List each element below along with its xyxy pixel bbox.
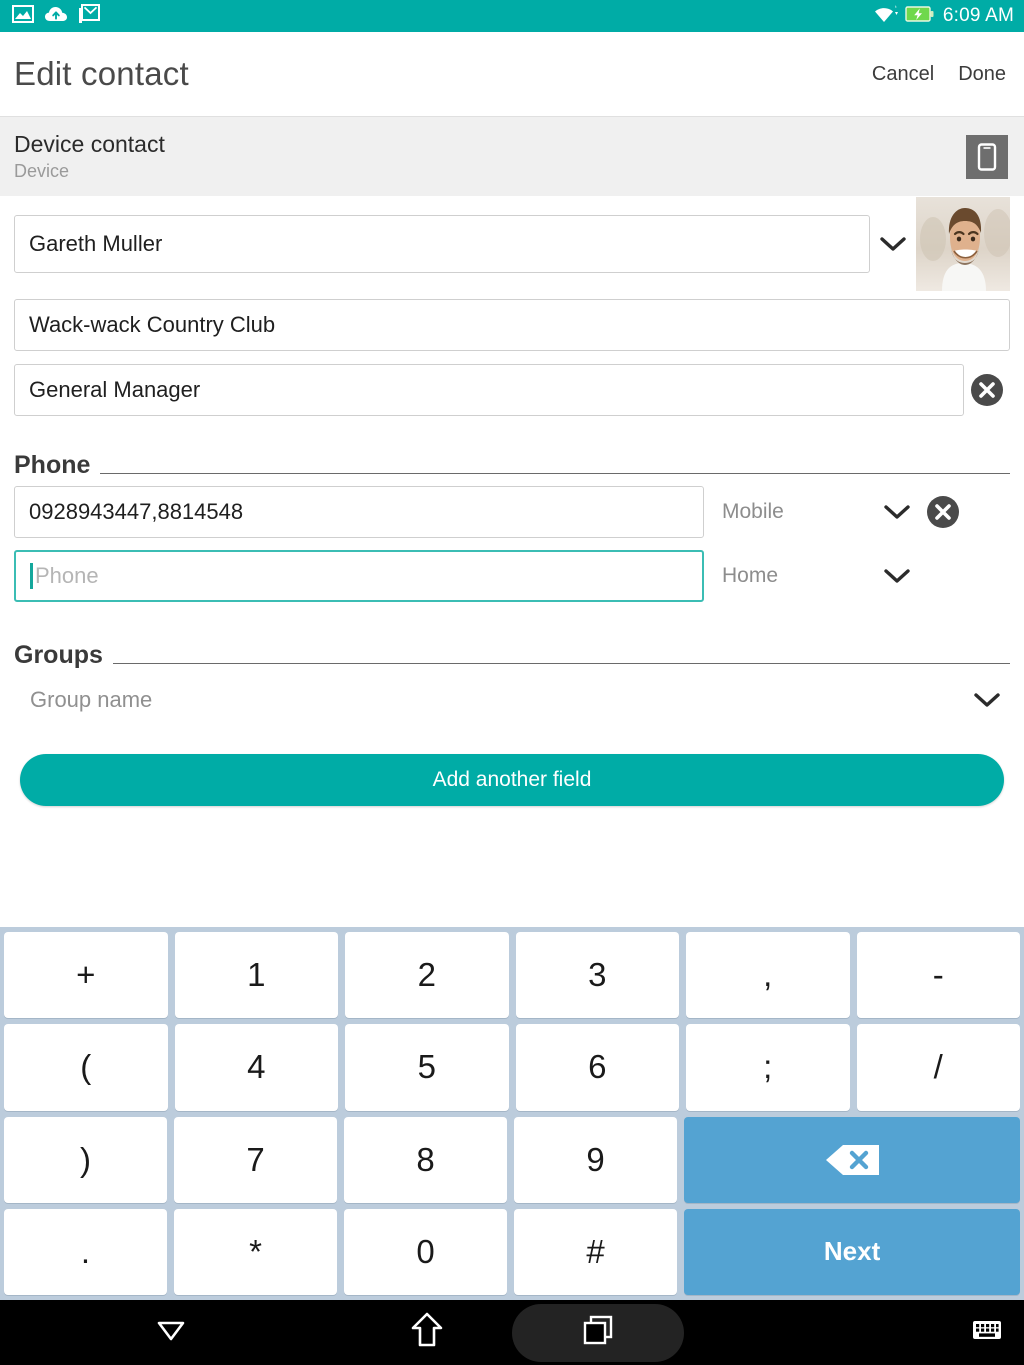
phone-input-2-placeholder: Phone bbox=[35, 563, 99, 588]
job-title-clear-circle-icon[interactable] bbox=[964, 371, 1010, 409]
key-semicolon[interactable]: ; bbox=[686, 1024, 850, 1111]
company-row: Wack-wack Country Club bbox=[0, 292, 1024, 358]
key-comma[interactable]: , bbox=[686, 932, 850, 1019]
key-slash[interactable]: / bbox=[856, 1024, 1020, 1111]
backspace-icon[interactable] bbox=[684, 1116, 1020, 1203]
contact-form: Gareth Muller Wack-wack Country Club Gen… bbox=[0, 196, 1024, 806]
account-selector[interactable]: Device contact Device bbox=[0, 116, 1024, 196]
system-navigation-bar bbox=[0, 1300, 1024, 1365]
key-7[interactable]: 7 bbox=[174, 1116, 338, 1203]
numeric-keyboard: + 1 2 3 , - ( 4 5 6 ; / ) 7 8 9 . * 0 # … bbox=[0, 927, 1024, 1300]
page-title: Edit contact bbox=[14, 55, 189, 92]
keyboard-row-3: ) 7 8 9 bbox=[4, 1116, 1020, 1203]
keyboard-row-1: + 1 2 3 , - bbox=[4, 932, 1020, 1019]
phone-clear-circle-icon-1[interactable] bbox=[920, 493, 966, 531]
keyboard-switch-icon bbox=[972, 1319, 1002, 1346]
company-input[interactable]: Wack-wack Country Club bbox=[14, 299, 1010, 351]
job-title-input[interactable]: General Manager bbox=[14, 364, 964, 416]
nav-recents-highlight bbox=[512, 1303, 684, 1362]
app-title-bar: Edit contact Cancel Done bbox=[0, 32, 1024, 116]
status-bar-notification-icons bbox=[12, 3, 100, 29]
key-right-paren[interactable]: ) bbox=[4, 1116, 168, 1203]
key-1[interactable]: 1 bbox=[174, 932, 338, 1019]
key-plus[interactable]: + bbox=[4, 932, 168, 1019]
nav-back-button[interactable] bbox=[0, 1300, 342, 1365]
key-period[interactable]: . bbox=[4, 1208, 168, 1295]
groups-section-divider bbox=[112, 663, 1010, 664]
phone-input-1-value: 0928943447,8814548 bbox=[29, 499, 244, 524]
job-title-row: General Manager bbox=[0, 358, 1024, 422]
done-button[interactable]: Done bbox=[958, 63, 1006, 86]
account-title: Device contact bbox=[14, 131, 165, 157]
key-4[interactable]: 4 bbox=[174, 1024, 338, 1111]
key-left-paren[interactable]: ( bbox=[4, 1024, 168, 1111]
account-subtitle: Device bbox=[14, 161, 70, 181]
phone-section-header: Phone bbox=[0, 422, 1024, 480]
key-hyphen[interactable]: - bbox=[856, 932, 1020, 1019]
phone-type-label-2[interactable]: Home bbox=[704, 564, 874, 588]
edit-contact-screen: 6:09 AM Edit contact Cancel Done Device … bbox=[0, 0, 1024, 1365]
phone-row-1: 0928943447,8814548 Mobile bbox=[0, 480, 1024, 544]
phone-type-label-1[interactable]: Mobile bbox=[704, 500, 874, 524]
phone-section-divider bbox=[100, 473, 1010, 474]
group-name-placeholder: Group name bbox=[30, 687, 153, 712]
title-bar-actions: Cancel Done bbox=[872, 63, 1006, 86]
phone-input-2[interactable]: Phone bbox=[14, 550, 704, 602]
key-8[interactable]: 8 bbox=[344, 1116, 508, 1203]
key-0[interactable]: 0 bbox=[344, 1208, 508, 1295]
image-icon bbox=[12, 4, 34, 28]
key-6[interactable]: 6 bbox=[515, 1024, 679, 1111]
avatar[interactable] bbox=[916, 197, 1010, 291]
phone-input-1[interactable]: 0928943447,8814548 bbox=[14, 486, 704, 538]
battery-charging-icon bbox=[905, 5, 935, 28]
wifi-icon bbox=[873, 4, 899, 29]
keyboard-row-2: ( 4 5 6 ; / bbox=[4, 1024, 1020, 1111]
add-another-field-button[interactable]: Add another field bbox=[20, 754, 1004, 806]
groups-section-header: Groups bbox=[0, 608, 1024, 670]
add-field-wrapper: Add another field bbox=[0, 730, 1024, 806]
status-bar-clock: 6:09 AM bbox=[942, 5, 1014, 26]
group-row[interactable]: Group name bbox=[0, 670, 1024, 730]
name-row: Gareth Muller bbox=[0, 196, 1024, 292]
phone-type-chevron-down-icon-2[interactable] bbox=[874, 567, 920, 585]
text-cursor bbox=[30, 563, 33, 589]
account-text-block: Device contact Device bbox=[14, 131, 165, 182]
cloud-upload-icon bbox=[44, 5, 68, 28]
key-asterisk[interactable]: * bbox=[174, 1208, 338, 1295]
group-chevron-down-icon[interactable] bbox=[964, 691, 1010, 709]
phone-type-chevron-down-icon-1[interactable] bbox=[874, 503, 920, 521]
job-title-input-value: General Manager bbox=[29, 377, 201, 402]
recent-apps-icon bbox=[580, 1312, 616, 1353]
status-bar: 6:09 AM bbox=[0, 0, 1024, 32]
phone-row-2: Phone Home bbox=[0, 544, 1024, 608]
nav-home-button[interactable] bbox=[342, 1300, 512, 1365]
keyboard-dismiss-down-icon bbox=[154, 1317, 188, 1348]
phone-section-label: Phone bbox=[14, 451, 91, 479]
name-input[interactable]: Gareth Muller bbox=[14, 215, 870, 273]
key-hash[interactable]: # bbox=[514, 1208, 678, 1295]
cancel-button[interactable]: Cancel bbox=[872, 63, 934, 86]
key-3[interactable]: 3 bbox=[515, 932, 679, 1019]
key-9[interactable]: 9 bbox=[514, 1116, 678, 1203]
name-input-value: Gareth Muller bbox=[29, 231, 163, 256]
company-input-value: Wack-wack Country Club bbox=[29, 312, 276, 337]
key-2[interactable]: 2 bbox=[345, 932, 509, 1019]
nav-recents-button[interactable] bbox=[512, 1300, 684, 1365]
device-phone-icon bbox=[966, 134, 1008, 179]
home-icon bbox=[410, 1311, 444, 1354]
gmail-icon bbox=[78, 3, 100, 29]
nav-keyboard-switch-button[interactable] bbox=[684, 1300, 1024, 1365]
name-expand-chevron-down-icon[interactable] bbox=[870, 235, 916, 253]
key-5[interactable]: 5 bbox=[345, 1024, 509, 1111]
keyboard-row-4: . * 0 # Next bbox=[4, 1208, 1020, 1295]
groups-section-label: Groups bbox=[14, 641, 103, 669]
status-bar-system-icons: 6:09 AM bbox=[873, 4, 1014, 29]
key-next[interactable]: Next bbox=[684, 1208, 1020, 1295]
